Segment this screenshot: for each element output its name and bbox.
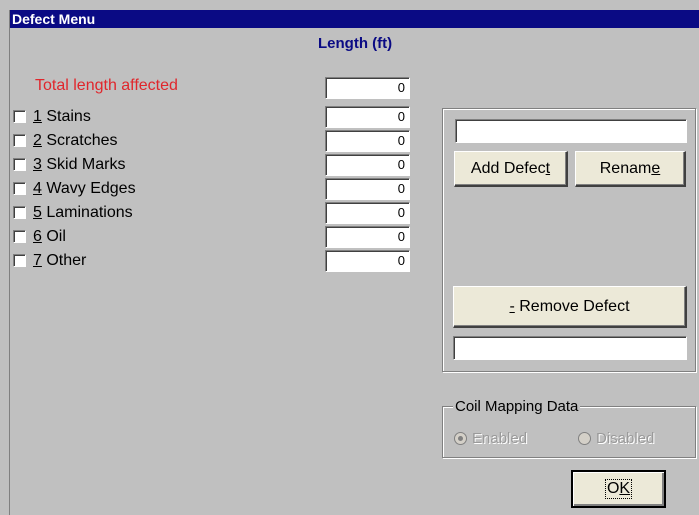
defect-checkbox[interactable]	[13, 254, 26, 267]
defect-name: Skid Marks	[46, 156, 126, 173]
defect-label[interactable]: 3 Skid Marks	[33, 155, 125, 175]
defect-length-field[interactable]: 0	[325, 178, 410, 200]
ok-focus-outline: OK	[604, 479, 633, 499]
defect-number: 5	[33, 204, 42, 221]
ok-mnemonic: K	[619, 480, 631, 497]
defect-number: 2	[33, 132, 42, 149]
remove-defect-input[interactable]	[453, 336, 687, 360]
defect-checkbox[interactable]	[13, 134, 26, 147]
remove-defect-button[interactable]: - Remove Defect	[453, 286, 687, 328]
coil-mapping-title: Coil Mapping Data	[453, 398, 581, 415]
window-title: Defect Menu	[12, 11, 96, 27]
defect-length-field[interactable]: 0	[325, 226, 410, 248]
defect-label[interactable]: 6 Oil	[33, 227, 66, 247]
total-length-field[interactable]: 0	[325, 77, 410, 99]
defect-length-field[interactable]: 0	[325, 154, 410, 176]
defect-label[interactable]: 7 Other	[33, 251, 86, 271]
defect-length-field[interactable]: 0	[325, 250, 410, 272]
defect-number: 3	[33, 156, 42, 173]
ok-label: O	[606, 480, 620, 497]
defect-name-input[interactable]	[455, 119, 687, 143]
defect-number: 4	[33, 180, 42, 197]
defect-number: 1	[33, 108, 42, 125]
defect-number: 6	[33, 228, 42, 245]
defect-editor-group	[442, 108, 696, 372]
defect-length-field[interactable]: 0	[325, 130, 410, 152]
ok-button[interactable]: OK	[571, 470, 666, 508]
disabled-radio-label: Disabled	[596, 430, 655, 447]
add-defect-mnemonic: t	[545, 159, 551, 177]
defect-label[interactable]: 2 Scratches	[33, 131, 118, 151]
defect-length-field[interactable]: 0	[325, 202, 410, 224]
rename-button[interactable]: Rename	[575, 151, 686, 187]
remove-defect-label: Remove Defect	[514, 297, 630, 315]
defect-name: Laminations	[46, 204, 133, 221]
add-defect-label: Add Defec	[470, 159, 546, 177]
defect-name: Oil	[46, 228, 66, 245]
defect-label[interactable]: 4 Wavy Edges	[33, 179, 136, 199]
defect-checkbox[interactable]	[13, 182, 26, 195]
defect-checkbox[interactable]	[13, 110, 26, 123]
disabled-radio-indicator	[578, 432, 591, 445]
rename-mnemonic: e	[651, 159, 661, 177]
defect-name: Wavy Edges	[46, 180, 136, 197]
defect-label[interactable]: 5 Laminations	[33, 203, 133, 223]
defect-name: Other	[46, 252, 87, 269]
defect-length-field[interactable]: 0	[325, 106, 410, 128]
length-column-header: Length (ft)	[318, 35, 393, 52]
add-defect-button[interactable]: Add Defect	[454, 151, 568, 187]
defect-label[interactable]: 1 Stains	[33, 107, 91, 127]
title-bar: Defect Menu	[10, 10, 699, 28]
defect-number: 7	[33, 252, 42, 269]
defect-checkbox[interactable]	[13, 158, 26, 171]
defect-checkbox[interactable]	[13, 206, 26, 219]
window-left-border	[9, 10, 10, 515]
enabled-radio-label: Enabled	[472, 430, 528, 447]
defect-name: Stains	[46, 108, 91, 125]
defect-name: Scratches	[46, 132, 118, 149]
enabled-radio-indicator	[454, 432, 467, 445]
rename-label: Renam	[599, 159, 652, 177]
total-length-label: Total length affected	[35, 77, 178, 94]
defect-checkbox[interactable]	[13, 230, 26, 243]
